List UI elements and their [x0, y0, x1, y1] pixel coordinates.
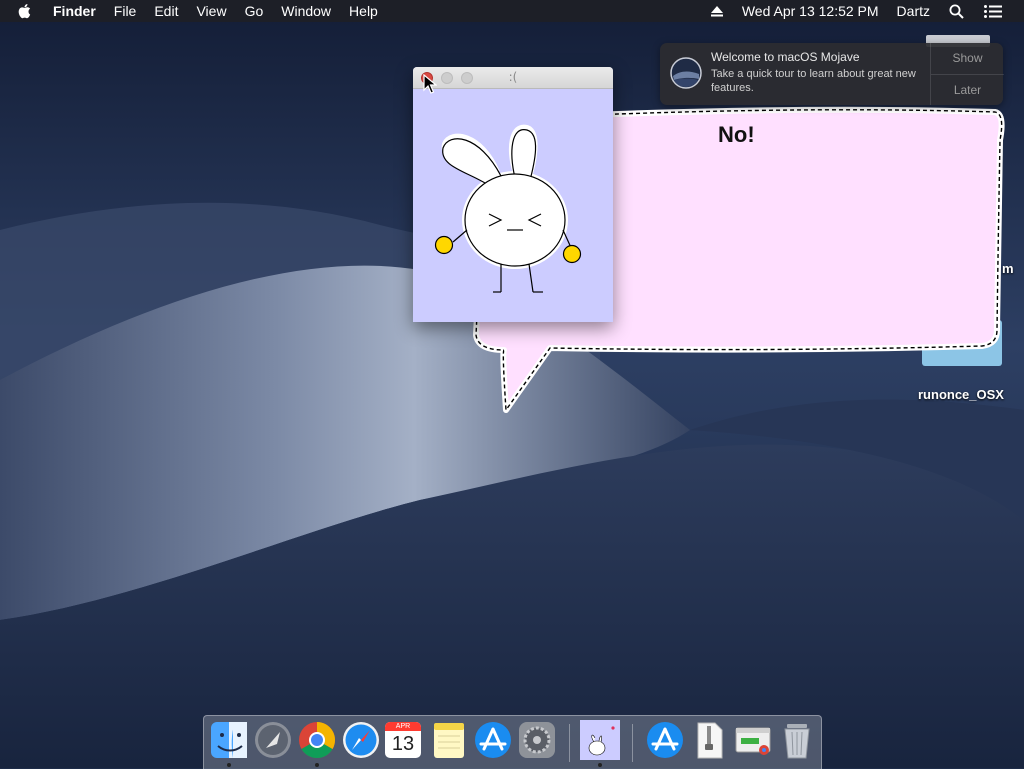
system-preferences-icon[interactable] — [517, 720, 557, 760]
finder-icon[interactable] — [209, 720, 249, 760]
mouse-cursor — [423, 74, 437, 94]
bunny-app-icon[interactable] — [580, 720, 620, 760]
window-title: :( — [508, 70, 518, 84]
notes-icon[interactable] — [429, 720, 469, 760]
eject-icon[interactable] — [701, 0, 733, 22]
menu-app-name[interactable]: Finder — [44, 0, 105, 22]
notification-body: Take a quick tour to learn about great n… — [711, 68, 916, 94]
bunny-window[interactable]: :( — [413, 67, 613, 322]
app-store-icon[interactable] — [473, 720, 513, 760]
apple-icon[interactable] — [0, 3, 44, 19]
menu-file[interactable]: File — [105, 0, 146, 22]
chrome-icon[interactable] — [297, 720, 337, 760]
notification-show-button[interactable]: Show — [931, 43, 1004, 74]
launchpad-icon[interactable] — [253, 720, 293, 760]
menu-edit[interactable]: Edit — [145, 0, 187, 22]
bunny-character — [434, 124, 582, 293]
notification-later-button[interactable]: Later — [931, 74, 1004, 106]
chrome-running-dot — [315, 763, 319, 767]
bunny-app-running-dot — [598, 763, 602, 767]
finder-running-dot — [227, 763, 231, 767]
menu-bar: Finder File Edit View Go Window Help Wed… — [0, 0, 1024, 22]
speech-bubble-text: No! — [718, 122, 755, 147]
macos-mojave-icon — [670, 57, 702, 89]
calendar-day: 13 — [391, 733, 415, 755]
app-store-icon[interactable] — [645, 720, 685, 760]
calendar-month: APR — [385, 722, 421, 731]
safari-icon[interactable] — [341, 720, 381, 760]
dock-separator — [632, 724, 633, 762]
menu-clock[interactable]: Wed Apr 13 12:52 PM — [733, 0, 888, 22]
spotlight-search-icon[interactable] — [939, 0, 974, 22]
chrome-app-icon[interactable] — [733, 720, 773, 760]
menu-help[interactable]: Help — [340, 0, 387, 22]
window-titlebar[interactable]: :( — [413, 67, 613, 89]
menu-window[interactable]: Window — [272, 0, 340, 22]
dock: APR 13 — [203, 715, 822, 769]
dock-separator — [569, 724, 570, 762]
notification-title: Welcome to macOS Mojave — [711, 50, 860, 64]
calendar-icon[interactable]: APR 13 — [385, 722, 421, 758]
menu-go[interactable]: Go — [236, 0, 273, 22]
menu-user[interactable]: Dartz — [888, 0, 939, 22]
archive-utility-icon[interactable] — [689, 720, 729, 760]
notification-center-icon[interactable] — [974, 0, 1024, 22]
menu-view[interactable]: View — [187, 0, 235, 22]
notification-banner[interactable]: Welcome to macOS Mojave Take a quick tou… — [660, 43, 1004, 106]
trash-icon[interactable] — [777, 720, 817, 760]
